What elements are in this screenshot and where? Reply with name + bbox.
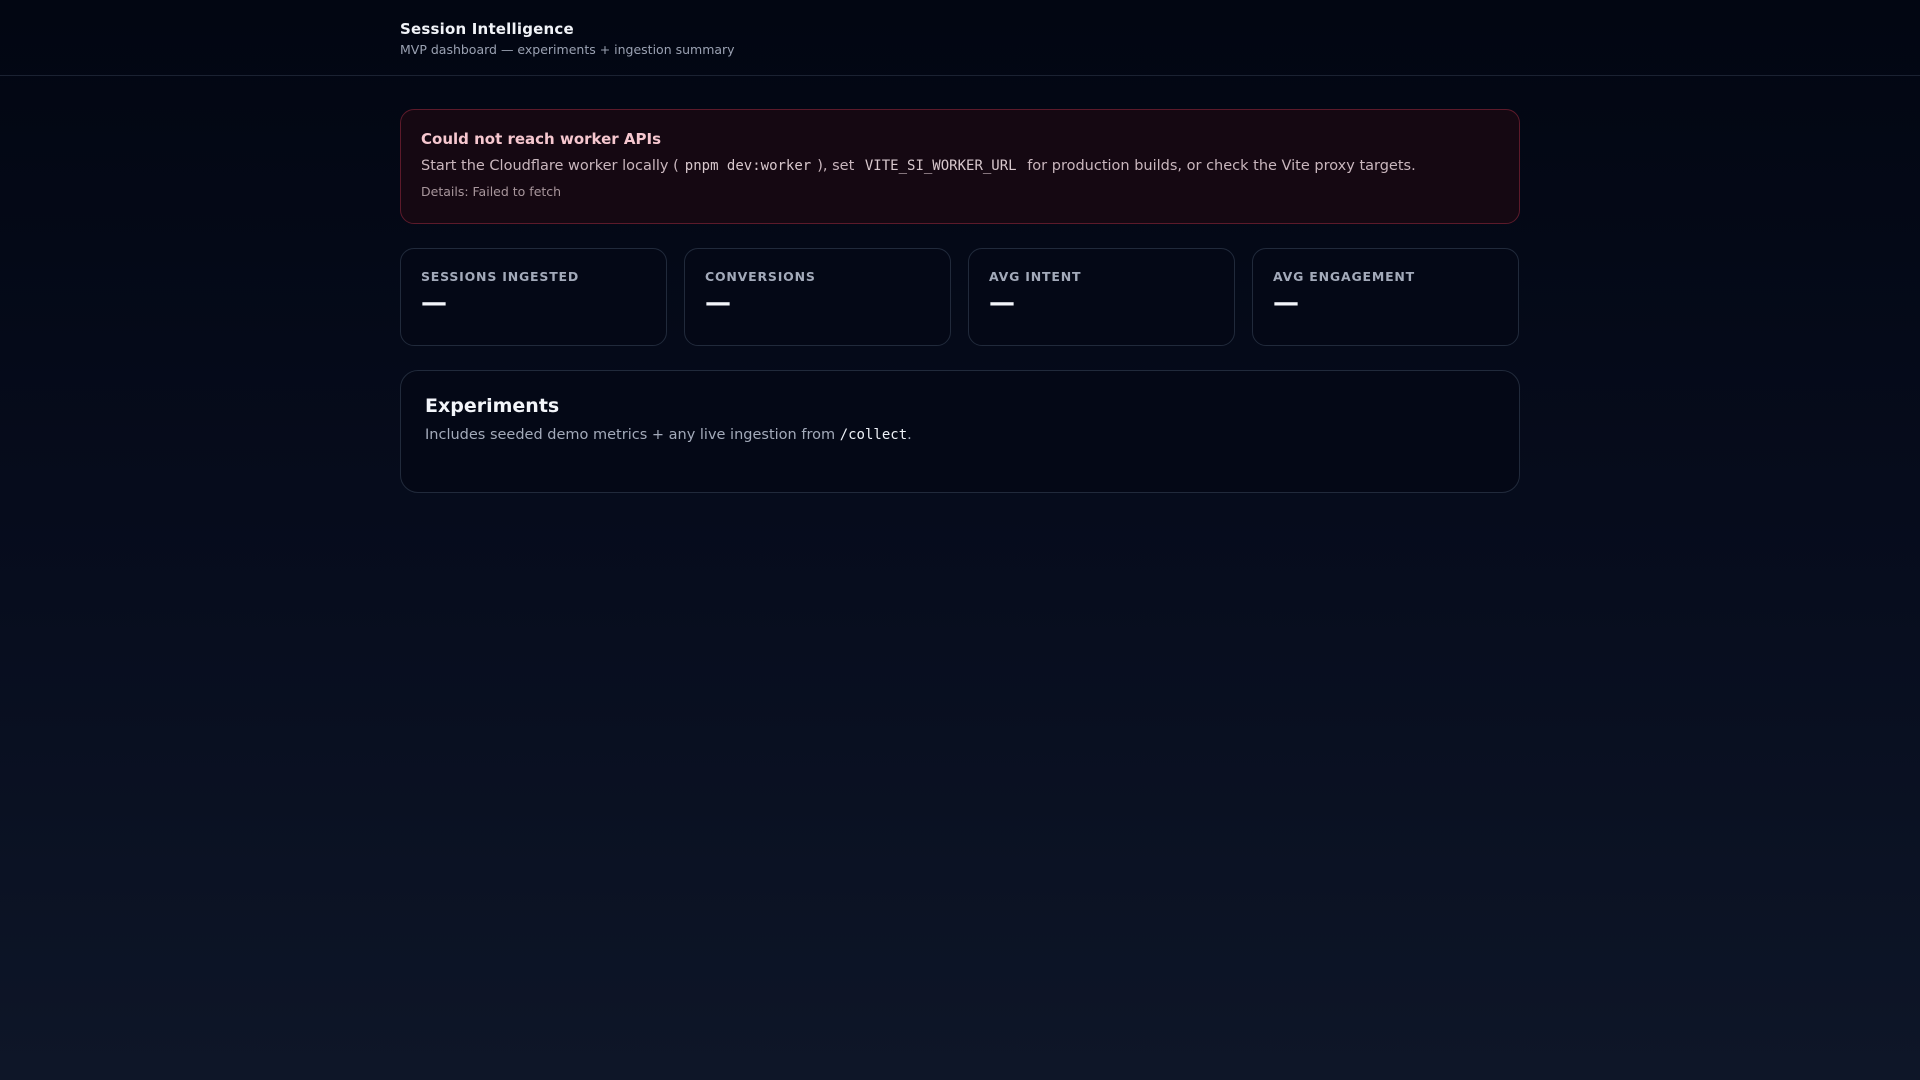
experiments-panel: Experiments Includes seeded demo metrics… xyxy=(400,370,1520,493)
app-title: Session Intelligence xyxy=(400,20,574,38)
alert-text-2: ), set xyxy=(817,158,855,174)
kpi-card-avg-engagement: AVG ENGAGEMENT — xyxy=(1252,248,1519,346)
kpi-label: AVG ENGAGEMENT xyxy=(1273,269,1416,284)
alert-title: Could not reach worker APIs xyxy=(421,130,661,148)
kpi-card-avg-intent: AVG INTENT — xyxy=(968,248,1235,346)
kpi-value: — xyxy=(1273,288,1299,318)
kpi-value: — xyxy=(421,288,447,318)
alert-message: Start the Cloudflare worker locally ( pnp… xyxy=(421,158,1499,174)
experiments-desc-suffix: . xyxy=(907,427,912,443)
brand: Session Intelligence MVP dashboard — exp… xyxy=(400,20,735,57)
experiments-title: Experiments xyxy=(425,395,560,417)
kpi-label: SESSIONS INGESTED xyxy=(421,269,580,284)
kpi-label: AVG INTENT xyxy=(989,269,1082,284)
kpi-card-sessions-ingested: SESSIONS INGESTED — xyxy=(400,248,667,346)
kpi-row: SESSIONS INGESTED — CONVERSIONS — AVG IN… xyxy=(400,248,1520,346)
kpi-card-conversions: CONVERSIONS — xyxy=(684,248,951,346)
kpi-value: — xyxy=(989,288,1015,318)
app-subtitle: MVP dashboard — experiments + ingestion … xyxy=(400,42,735,57)
top-bar: Session Intelligence MVP dashboard — exp… xyxy=(0,0,1920,76)
experiments-description: Includes seeded demo metrics + any live … xyxy=(425,427,1495,443)
error-alert: Could not reach worker APIs Start the Cl… xyxy=(400,109,1520,224)
alert-text-3: for production builds, or check the Vite… xyxy=(1027,158,1416,174)
kpi-label: CONVERSIONS xyxy=(705,269,816,284)
alert-code-env-var: VITE_SI_WORKER_URL xyxy=(864,158,1017,174)
collect-endpoint-code: /collect xyxy=(839,427,908,443)
alert-code-command: pnpm dev:worker xyxy=(684,158,812,174)
alert-text-1: Start the Cloudflare worker locally ( xyxy=(421,158,679,174)
alert-details: Details: Failed to fetch xyxy=(421,184,562,199)
experiments-desc-text: Includes seeded demo metrics + any live … xyxy=(425,427,840,443)
main-content: Could not reach worker APIs Start the Cl… xyxy=(400,109,1520,493)
kpi-value: — xyxy=(705,288,731,318)
